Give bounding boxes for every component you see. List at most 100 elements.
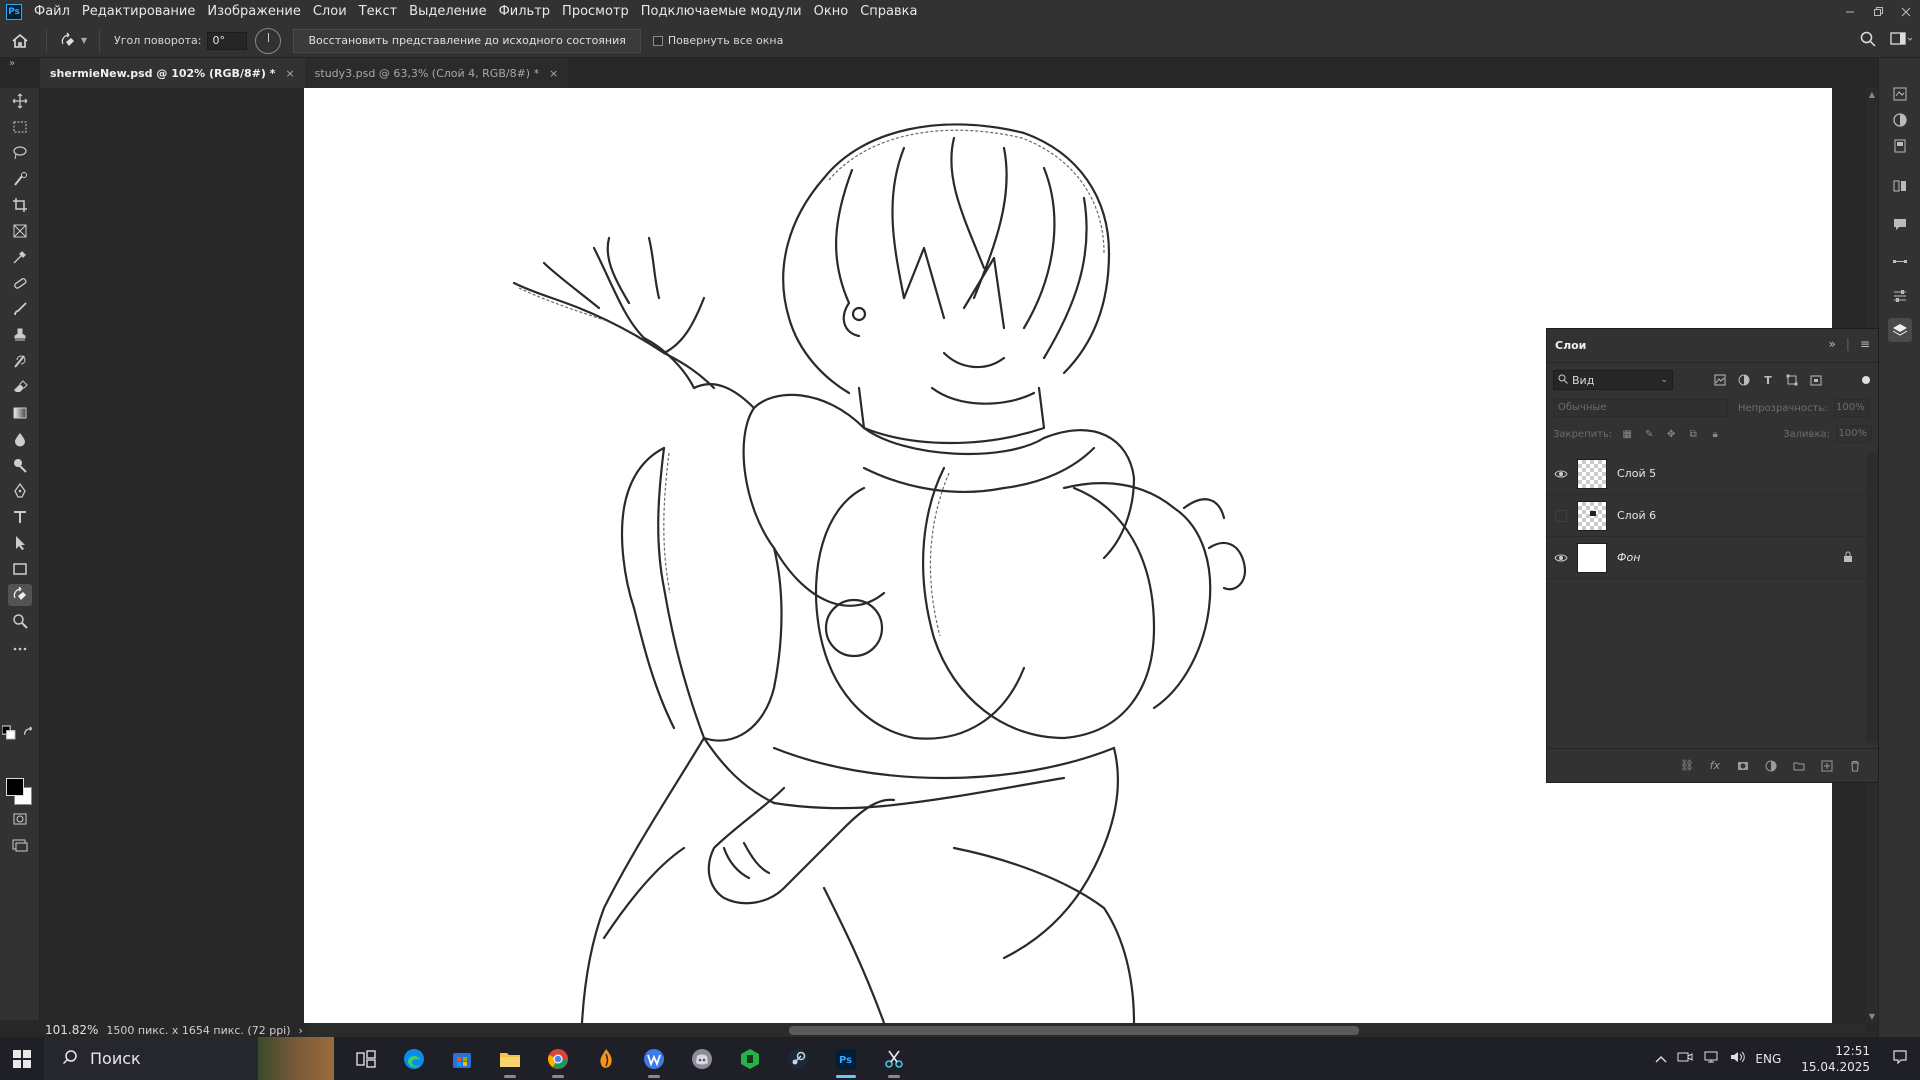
eraser-tool-icon[interactable] [8, 376, 32, 398]
filter-smart-object-icon[interactable] [1809, 373, 1823, 387]
foreground-color-swatch[interactable] [6, 778, 24, 796]
healing-brush-tool-icon[interactable] [8, 272, 32, 294]
default-colors-icon[interactable] [2, 725, 16, 740]
filter-adjustment-icon[interactable] [1737, 373, 1751, 387]
windows-start-icon[interactable] [0, 1037, 44, 1080]
swap-colors-icon[interactable] [22, 726, 36, 740]
move-tool-icon[interactable] [8, 90, 32, 112]
layer-name[interactable]: Фон [1617, 551, 1640, 564]
status-menu-arrow-icon[interactable]: › [299, 1024, 303, 1037]
lock-position-icon[interactable]: ✥ [1664, 427, 1678, 441]
discord-icon[interactable] [678, 1037, 726, 1080]
horizontal-scroll-thumb[interactable] [789, 1026, 1359, 1035]
layer-name[interactable]: Слой 5 [1617, 467, 1656, 480]
type-tool-icon[interactable] [8, 506, 32, 528]
clock[interactable]: 12:51 15.04.2025 [1801, 1043, 1870, 1075]
gradient-tool-icon[interactable] [8, 402, 32, 424]
menu-plugins[interactable]: Подключаемые модули [635, 0, 808, 24]
blend-mode-select[interactable]: Обычные [1553, 399, 1728, 417]
more-tools-icon[interactable] [8, 638, 32, 660]
new-layer-icon[interactable] [1820, 759, 1834, 773]
hidden-eye-box[interactable] [1555, 509, 1567, 522]
filter-type-icon[interactable]: T [1761, 373, 1775, 387]
panel-menu-icon[interactable]: ≡ [1860, 337, 1870, 351]
comments-icon[interactable] [1888, 212, 1912, 236]
zoom-tool-icon[interactable] [8, 610, 32, 632]
dodge-tool-icon[interactable] [8, 454, 32, 476]
snipping-tool-icon[interactable] [870, 1037, 918, 1080]
screen-mode-icon[interactable] [8, 834, 32, 856]
filter-pixel-icon[interactable] [1713, 373, 1727, 387]
lock-pixels-icon[interactable]: ✎ [1642, 427, 1656, 441]
rotate-view-tool-icon[interactable] [8, 584, 32, 606]
eyedropper-tool-icon[interactable] [8, 246, 32, 268]
menu-view[interactable]: Просмотр [556, 0, 635, 24]
app-green-icon[interactable] [726, 1037, 774, 1080]
filter-toggle-icon[interactable] [1862, 376, 1870, 384]
delete-layer-icon[interactable] [1848, 759, 1862, 773]
link-layers-icon[interactable]: ⛓︎ [1680, 759, 1694, 773]
paths-icon[interactable] [1888, 250, 1912, 274]
search-icon[interactable] [1860, 31, 1876, 51]
brush-tool-icon[interactable] [8, 298, 32, 320]
taskbar-search-box[interactable]: Поиск [44, 1037, 258, 1080]
menu-window[interactable]: Окно [808, 0, 855, 24]
collapse-panel-icon[interactable]: » [1829, 337, 1836, 351]
lasso-tool-icon[interactable] [8, 142, 32, 164]
filter-shape-icon[interactable] [1785, 373, 1799, 387]
lock-transparent-icon[interactable]: ▦ [1620, 427, 1634, 441]
visibility-toggle[interactable] [1547, 509, 1575, 522]
close-icon[interactable]: × [285, 67, 294, 80]
channels-icon[interactable] [1888, 174, 1912, 198]
filter-kind-select[interactable]: Вид ⌄ [1553, 370, 1673, 390]
new-group-icon[interactable] [1792, 759, 1806, 773]
rotation-dial[interactable] [255, 27, 282, 54]
menu-filter[interactable]: Фильтр [493, 0, 556, 24]
scroll-down-arrow-icon[interactable]: ▼ [1866, 1012, 1878, 1021]
meet-now-icon[interactable] [1677, 1050, 1693, 1067]
zoom-level[interactable]: 101.82% [41, 1023, 98, 1037]
fl-studio-icon[interactable] [582, 1037, 630, 1080]
opacity-input[interactable]: 100% [1833, 399, 1870, 417]
collapse-left-icon[interactable]: » [2, 58, 22, 72]
rotate-all-windows-checkbox[interactable]: Повернуть все окна [652, 34, 783, 47]
wps-icon[interactable] [630, 1037, 678, 1080]
steam-icon[interactable] [774, 1037, 822, 1080]
crop-tool-icon[interactable] [8, 194, 32, 216]
menu-edit[interactable]: Редактирование [76, 0, 201, 24]
search-highlight-image[interactable] [258, 1037, 334, 1080]
tool-preset-picker[interactable]: ▼ [53, 24, 93, 58]
quick-selection-tool-icon[interactable] [8, 168, 32, 190]
store-icon[interactable] [438, 1037, 486, 1080]
scroll-up-arrow-icon[interactable]: ▲ [1866, 90, 1878, 99]
history-brush-tool-icon[interactable] [8, 350, 32, 372]
close-icon[interactable]: × [549, 67, 558, 80]
reset-view-button[interactable]: Восстановить представление до исходного … [293, 28, 641, 53]
photoshop-icon[interactable]: Ps [822, 1037, 870, 1080]
workspace-icon[interactable] [1890, 31, 1913, 51]
menu-type[interactable]: Текст [353, 0, 404, 24]
rectangle-tool-icon[interactable] [8, 558, 32, 580]
fx-icon[interactable]: fx [1708, 759, 1722, 773]
menu-select[interactable]: Выделение [403, 0, 492, 24]
layer-row-background[interactable]: Фон [1547, 537, 1867, 579]
volume-icon[interactable] [1729, 1050, 1746, 1067]
visibility-toggle[interactable] [1547, 553, 1575, 563]
layer-comps-icon[interactable] [1888, 284, 1912, 308]
notifications-icon[interactable] [1892, 1049, 1908, 1068]
layers-scrollbar[interactable] [1866, 453, 1878, 743]
properties-icon[interactable] [1888, 134, 1912, 158]
menu-layers[interactable]: Слои [307, 0, 353, 24]
chrome-icon[interactable] [534, 1037, 582, 1080]
tab-study3[interactable]: study3.psd @ 63,3% (Слой 4, RGB/8#) * × [304, 58, 569, 88]
blur-tool-icon[interactable] [8, 428, 32, 450]
tab-shermienew[interactable]: shermieNew.psd @ 102% (RGB/8#) * × [40, 58, 305, 88]
show-hidden-icons-chevron-icon[interactable] [1655, 1052, 1667, 1066]
layers-panel-icon[interactable] [1888, 318, 1912, 342]
adjustments-icon[interactable] [1888, 108, 1912, 132]
marquee-tool-icon[interactable] [8, 116, 32, 138]
minimize-icon[interactable] [1836, 0, 1864, 24]
add-mask-icon[interactable] [1736, 759, 1750, 773]
horizontal-scrollbar[interactable] [41, 1023, 1866, 1037]
fill-input[interactable]: 100% [1836, 425, 1872, 443]
